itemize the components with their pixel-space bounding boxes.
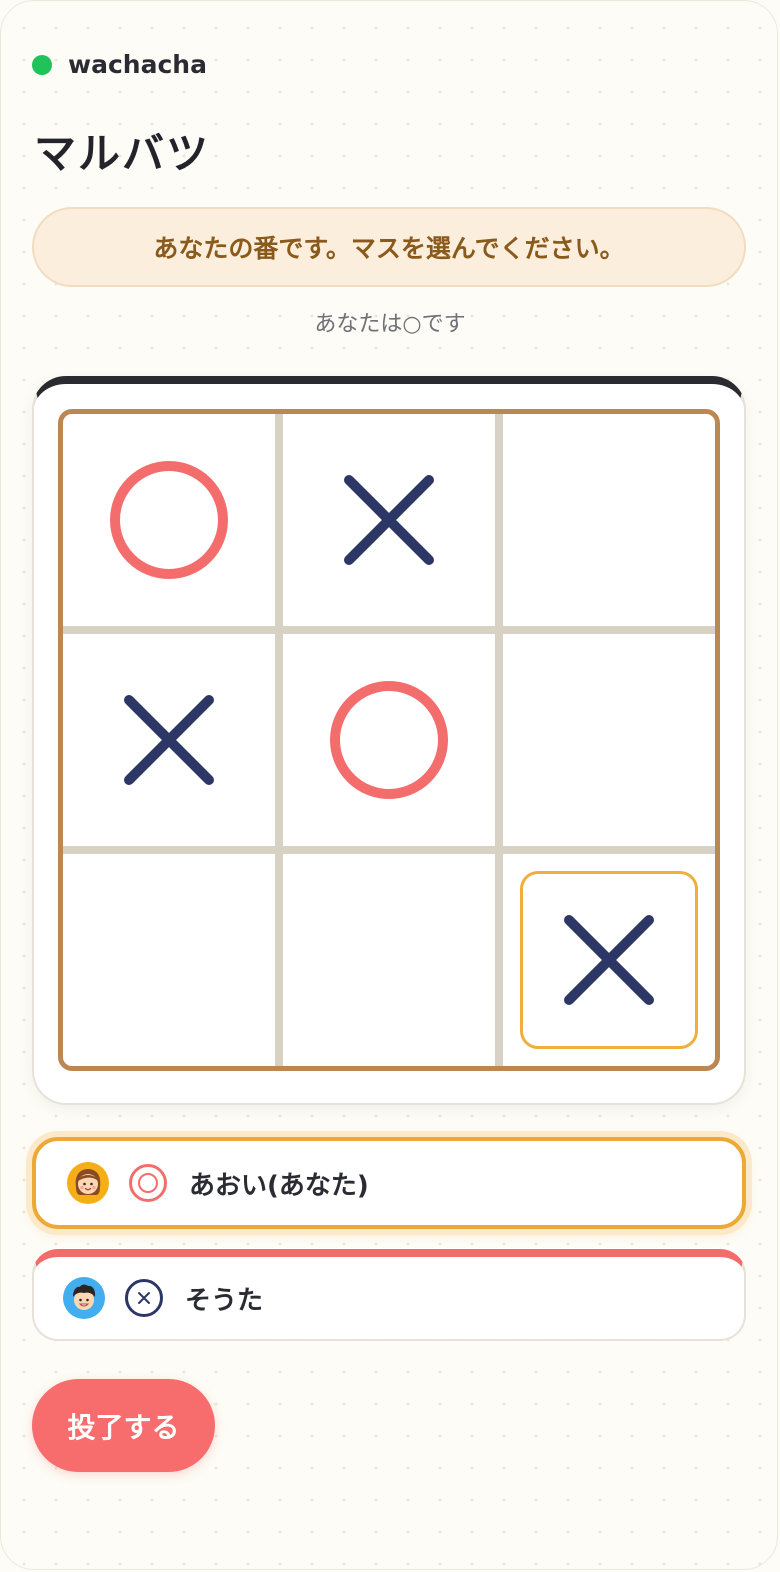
player-card-self: あおい(あなた) bbox=[32, 1137, 746, 1229]
board-cell-9[interactable] bbox=[503, 854, 715, 1066]
o-mark-icon bbox=[110, 461, 228, 579]
board-cell-5[interactable] bbox=[283, 634, 495, 846]
board-cell-1[interactable] bbox=[63, 414, 275, 626]
game-board bbox=[58, 409, 720, 1071]
online-status-icon bbox=[32, 54, 52, 75]
girl-avatar-icon bbox=[67, 1162, 109, 1204]
player-name-self: あおい(あなた) bbox=[189, 1170, 369, 1201]
player-role-text: あなたは○です bbox=[314, 312, 466, 337]
x-mark-icon bbox=[344, 475, 434, 565]
boy-avatar-icon bbox=[63, 1277, 105, 1319]
board-cell-4[interactable] bbox=[63, 634, 275, 846]
turn-message: あなたの番です。マスを選んでください。 bbox=[153, 234, 625, 263]
app-header: wachacha bbox=[32, 50, 207, 79]
resign-button[interactable]: 投了する bbox=[32, 1379, 215, 1472]
board-cell-2[interactable] bbox=[283, 414, 495, 626]
page-title: マルバツ bbox=[34, 129, 211, 178]
x-mark-badge-icon bbox=[125, 1279, 163, 1317]
x-mark-icon bbox=[564, 915, 654, 1005]
x-mark-icon bbox=[124, 695, 214, 785]
board-cell-7[interactable] bbox=[63, 854, 275, 1066]
board-cell-3[interactable] bbox=[503, 414, 715, 626]
o-mark-icon bbox=[330, 681, 448, 799]
player-card-opponent: そうた bbox=[32, 1249, 746, 1341]
turn-banner: あなたの番です。マスを選んでください。 bbox=[32, 207, 746, 287]
o-mark-badge-icon bbox=[129, 1164, 167, 1202]
app-name: wachacha bbox=[68, 50, 207, 79]
board-cell-8[interactable] bbox=[283, 854, 495, 1066]
player-name-opponent: そうた bbox=[185, 1285, 264, 1316]
board-cell-6[interactable] bbox=[503, 634, 715, 846]
